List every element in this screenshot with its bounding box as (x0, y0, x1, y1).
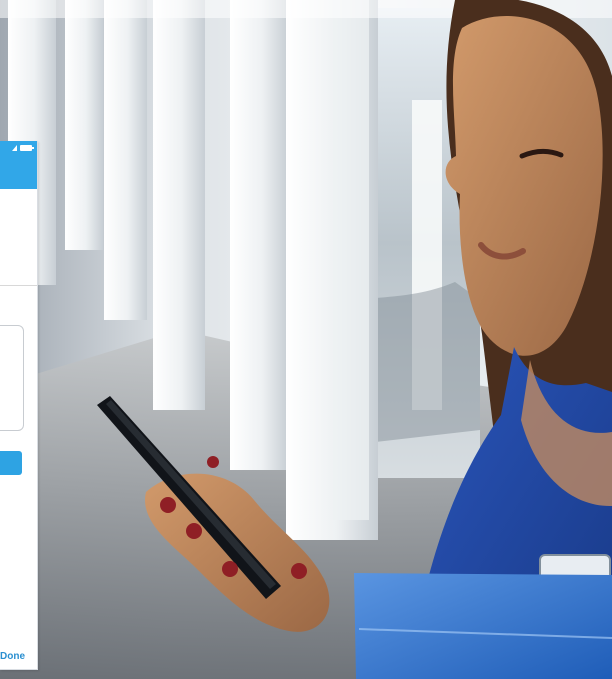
column-3 (104, 0, 147, 320)
woman-using-phone-photo (0, 0, 612, 679)
done-button[interactable]: Done (0, 652, 25, 662)
column-2 (65, 0, 103, 250)
mobile-app-preview: Done (0, 141, 38, 670)
app-header (0, 141, 37, 189)
red-fingernail-2 (186, 523, 202, 539)
message-textarea[interactable] (0, 325, 24, 431)
column-5 (230, 0, 288, 470)
status-bar (12, 145, 34, 151)
column-4 (153, 0, 205, 410)
folder-front (354, 573, 612, 679)
red-fingernail-4 (291, 563, 307, 579)
screenshot-canvas: Done (0, 0, 612, 679)
signal-icon (12, 145, 17, 151)
form-divider (0, 285, 37, 286)
blue-folder (354, 573, 612, 679)
red-fingernail-3 (222, 561, 238, 577)
send-button[interactable] (0, 451, 22, 475)
red-fingernail-1 (160, 497, 176, 513)
battery-icon (20, 145, 34, 151)
red-thumbnail (207, 456, 219, 468)
column-shadow (333, 0, 369, 520)
